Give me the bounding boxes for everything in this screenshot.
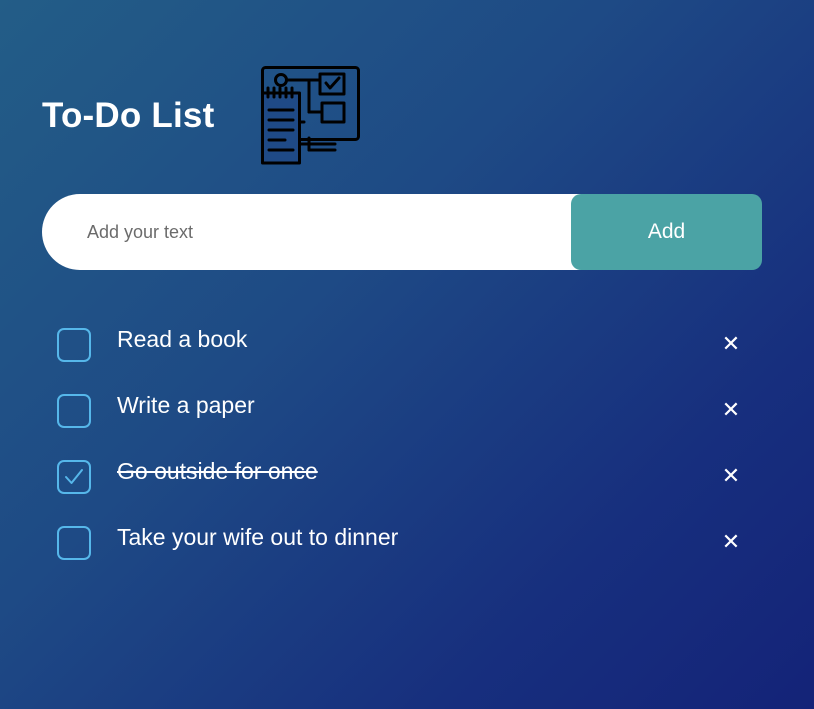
task-checkbox-checked[interactable]	[57, 460, 91, 494]
checklist-flowchart-icon	[261, 66, 360, 165]
task-text: Go outside for once	[117, 458, 318, 484]
task-item-go-outside-for-once: Go outside for once ✕	[42, 442, 762, 508]
task-text: Write a paper	[117, 392, 255, 418]
delete-task-button[interactable]: ✕	[714, 526, 748, 560]
task-text-input[interactable]	[42, 194, 602, 270]
close-icon: ✕	[721, 332, 741, 357]
task-checkbox[interactable]	[57, 328, 91, 362]
task-text: Read a book	[117, 326, 248, 352]
task-checkbox[interactable]	[57, 526, 91, 560]
add-button[interactable]: Add	[571, 194, 762, 270]
close-icon: ✕	[721, 464, 741, 489]
close-icon: ✕	[721, 530, 741, 555]
task-item-take-your-wife-out-to-dinner: Take your wife out to dinner ✕	[42, 508, 762, 574]
header: To-Do List	[42, 66, 762, 166]
delete-task-button[interactable]: ✕	[714, 394, 748, 428]
add-task-form: Add	[42, 194, 762, 270]
todo-app: To-Do List Add your text Add Read a book…	[42, 0, 762, 709]
task-checkbox[interactable]	[57, 394, 91, 428]
checkmark-icon	[65, 469, 83, 484]
delete-task-button[interactable]: ✕	[714, 460, 748, 494]
delete-task-button[interactable]: ✕	[714, 328, 748, 362]
task-item-write-a-paper: Write a paper ✕	[42, 376, 762, 442]
task-text: Take your wife out to dinner	[117, 524, 399, 550]
task-list: Read a book ✕ Write a paper ✕ Go outside…	[42, 310, 762, 574]
close-icon: ✕	[721, 398, 741, 423]
page-title: To-Do List	[42, 96, 215, 135]
task-item-read-a-book: Read a book ✕	[42, 310, 762, 376]
